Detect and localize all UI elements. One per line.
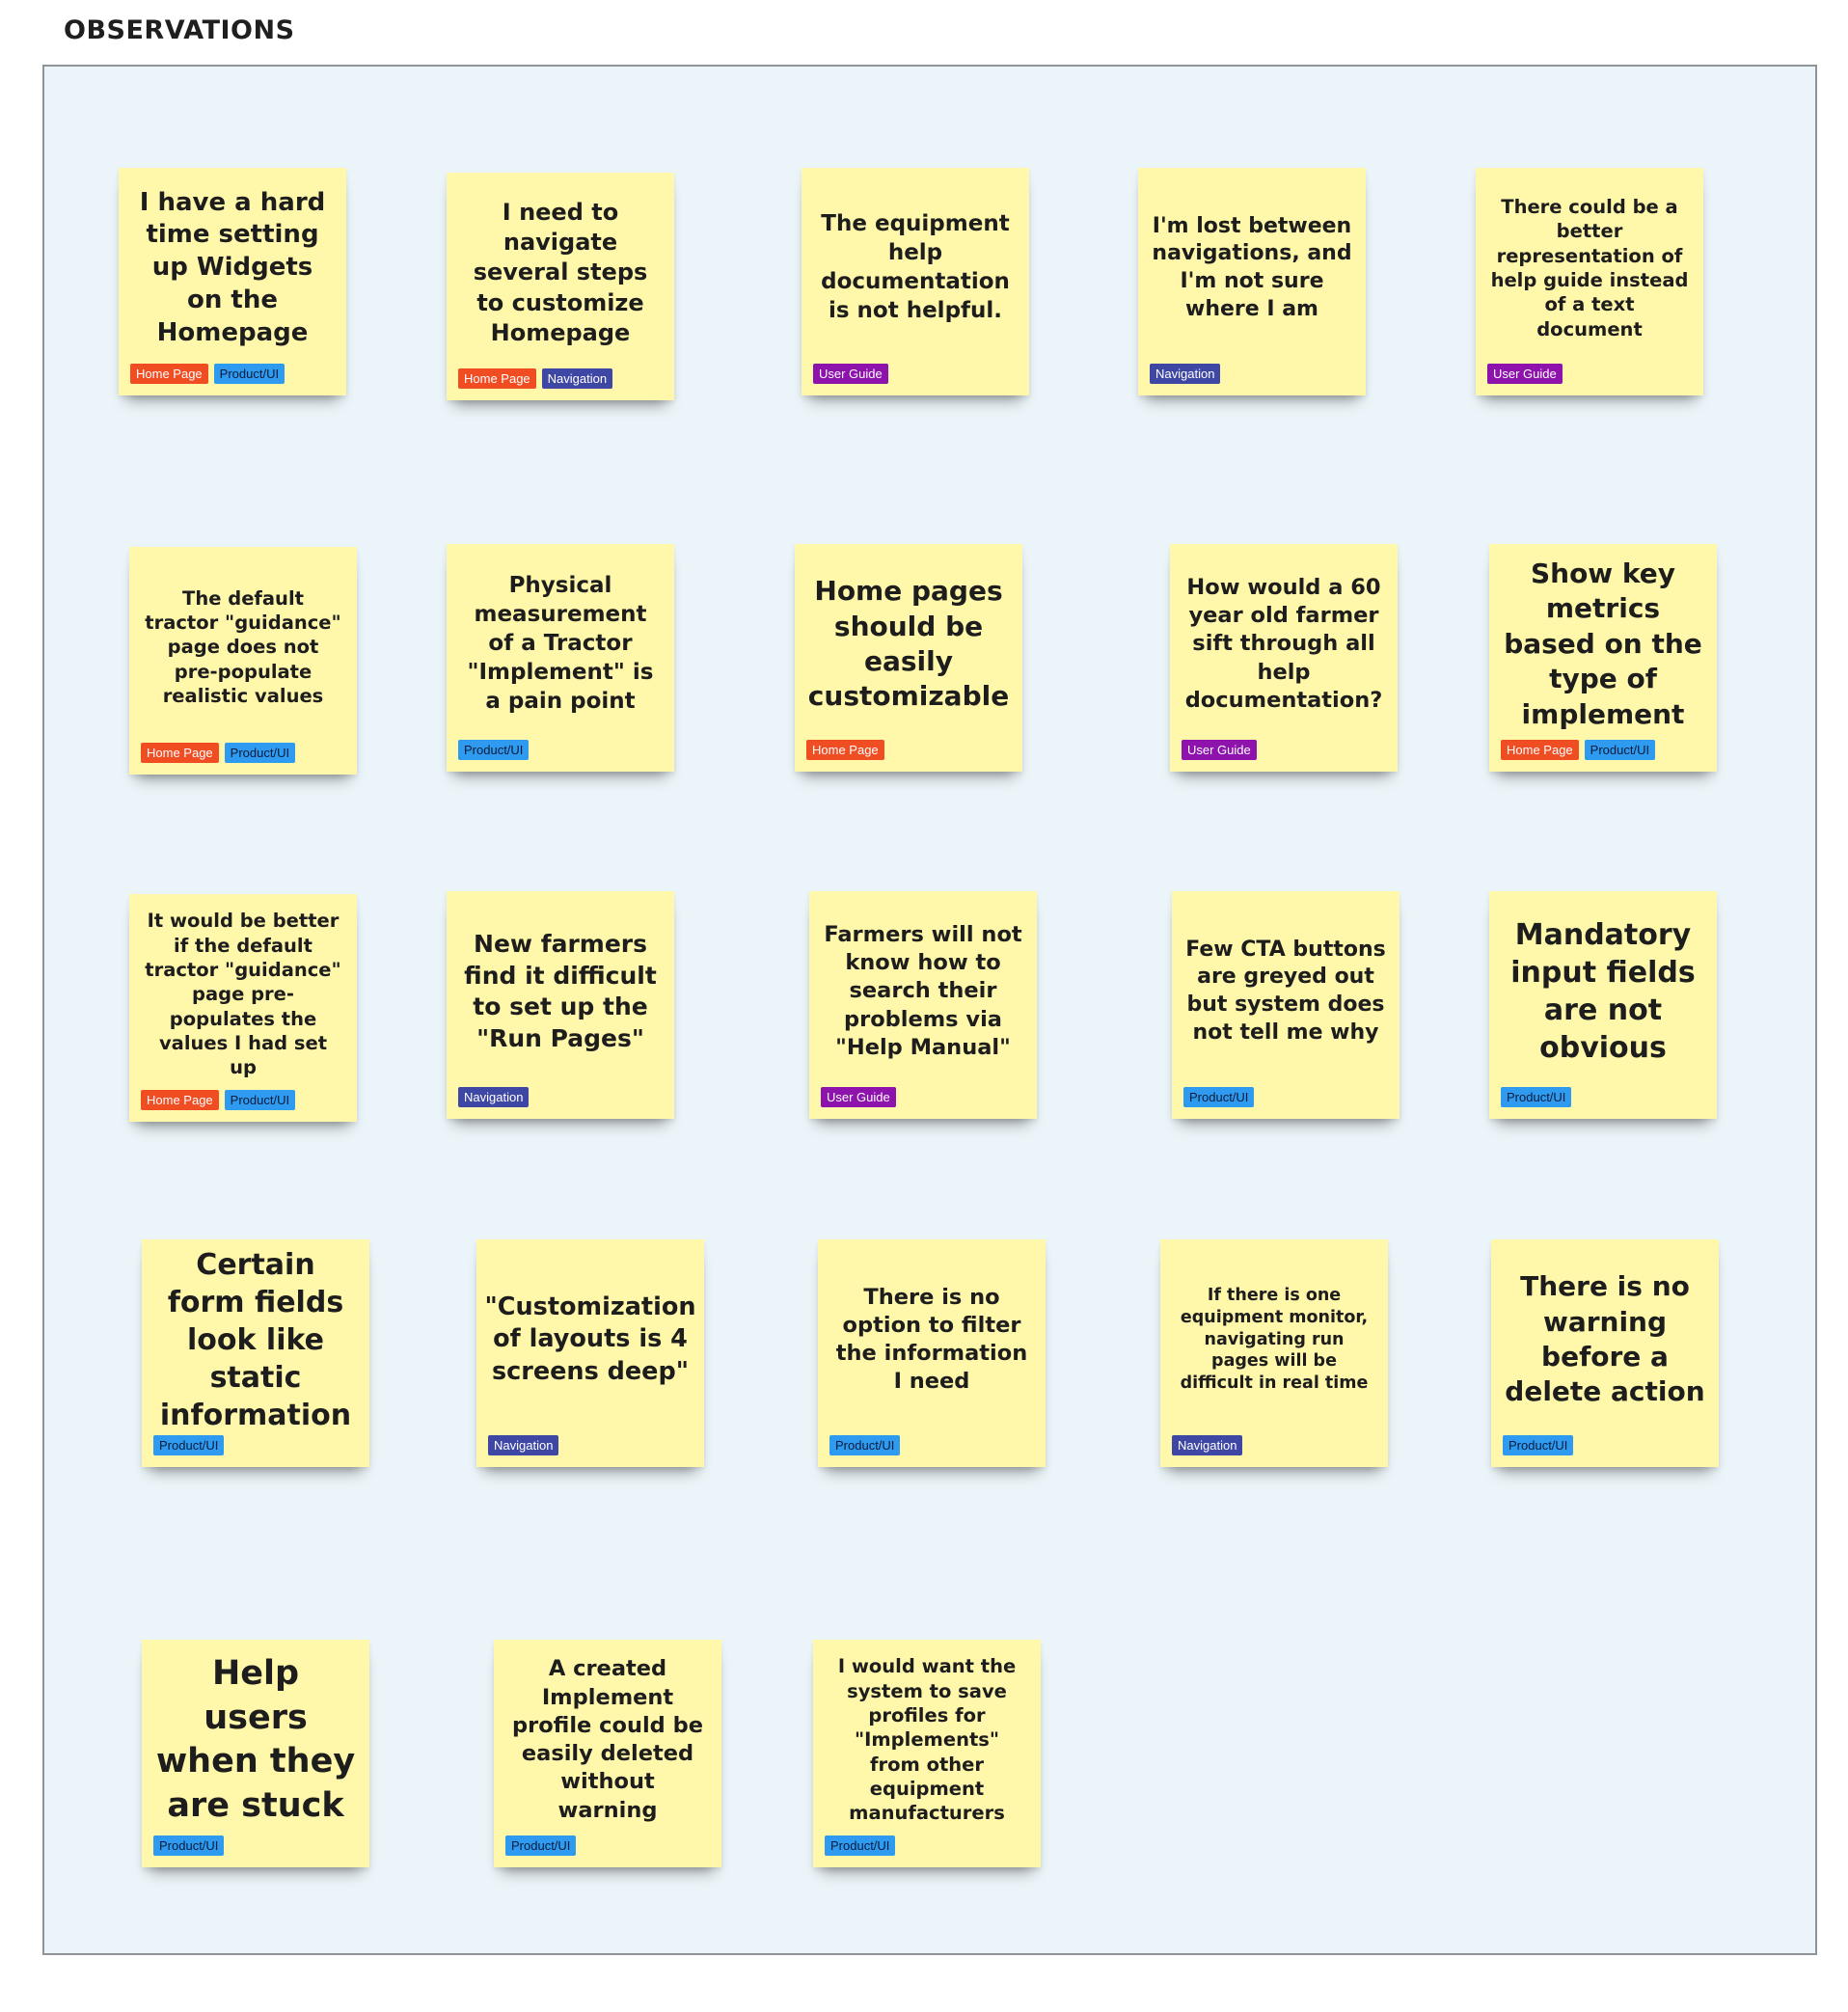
sticky-note[interactable]: New farmers find it difficult to set up … [447, 891, 674, 1119]
note-text: There is no option to filter the informa… [835, 1284, 1028, 1395]
sticky-note[interactable]: I have a hard time setting up Widgets on… [119, 168, 346, 395]
note-tags: Home Page Product/UI [130, 364, 285, 384]
sticky-note[interactable]: There could be a better representation o… [1476, 168, 1703, 395]
note-text: Show key metrics based on the type of im… [1504, 557, 1702, 730]
note-text: A created Implement profile could be eas… [512, 1656, 703, 1823]
note-tags: Navigation [1150, 364, 1221, 384]
tag-navigation[interactable]: Navigation [488, 1435, 559, 1455]
tag-home-page[interactable]: Home Page [458, 368, 536, 389]
note-tags: Product/UI [1183, 1087, 1255, 1107]
note-text: "Customization of layouts is 4 screens d… [484, 1292, 696, 1386]
note-tags: Home Page Product/UI [141, 743, 296, 763]
sticky-note[interactable]: I need to navigate several steps to cust… [447, 173, 674, 400]
note-tags: User Guide [813, 364, 888, 384]
note-tags: Product/UI [153, 1435, 225, 1455]
tag-product-ui[interactable]: Product/UI [829, 1435, 901, 1455]
sticky-note[interactable]: I would want the system to save profiles… [813, 1640, 1041, 1867]
note-text: New farmers find it difficult to set up … [464, 930, 657, 1052]
tag-home-page[interactable]: Home Page [141, 743, 219, 763]
sticky-note[interactable]: How would a 60 year old farmer sift thro… [1170, 544, 1398, 772]
note-text: I would want the system to save profiles… [837, 1655, 1017, 1825]
tag-user-guide[interactable]: User Guide [821, 1087, 896, 1107]
note-text: The equipment help documentation is not … [821, 211, 1010, 323]
sticky-note[interactable]: There is no option to filter the informa… [818, 1239, 1046, 1467]
sticky-note[interactable]: "Customization of layouts is 4 screens d… [476, 1239, 704, 1467]
observations-board[interactable]: I have a hard time setting up Widgets on… [42, 65, 1817, 1955]
tag-home-page[interactable]: Home Page [141, 1090, 219, 1110]
sticky-note[interactable]: I'm lost between navigations, and I'm no… [1138, 168, 1366, 395]
tag-product-ui[interactable]: Product/UI [153, 1835, 225, 1856]
note-tags: User Guide [1182, 740, 1257, 760]
note-tags: Navigation [1172, 1435, 1243, 1455]
note-text: Farmers will not know how to search thei… [824, 921, 1022, 1060]
note-text: It would be better if the default tracto… [145, 910, 341, 1079]
note-tags: Home Page Product/UI [1501, 740, 1656, 760]
tag-product-ui[interactable]: Product/UI [1183, 1087, 1255, 1107]
tag-home-page[interactable]: Home Page [1501, 740, 1579, 760]
note-text: Home pages should be easily customizable [807, 575, 1010, 713]
sticky-note[interactable]: If there is one equipment monitor, navig… [1160, 1239, 1388, 1467]
note-tags: Product/UI [505, 1835, 577, 1856]
tag-product-ui[interactable]: Product/UI [505, 1835, 577, 1856]
note-text: Certain form fields look like static inf… [159, 1247, 352, 1432]
note-tags: User Guide [1487, 364, 1563, 384]
sticky-note[interactable]: Home pages should be easily customizable… [795, 544, 1022, 772]
note-tags: Product/UI [153, 1835, 225, 1856]
note-tags: Product/UI [1501, 1087, 1572, 1107]
note-text: Mandatory input fields are not obvious [1510, 918, 1696, 1065]
sticky-note[interactable]: It would be better if the default tracto… [129, 894, 357, 1122]
sticky-note[interactable]: The equipment help documentation is not … [802, 168, 1029, 395]
tag-navigation[interactable]: Navigation [1150, 364, 1221, 384]
note-tags: Home Page Navigation [458, 368, 613, 389]
note-tags: User Guide [821, 1087, 896, 1107]
tag-navigation[interactable]: Navigation [1172, 1435, 1243, 1455]
note-text: Physical measurement of a Tractor "Imple… [467, 573, 654, 714]
sticky-note[interactable]: Certain form fields look like static inf… [142, 1239, 369, 1467]
note-text: The default tractor "guidance" page does… [145, 586, 341, 708]
tag-home-page[interactable]: Home Page [130, 364, 208, 384]
sticky-note[interactable]: Show key metrics based on the type of im… [1489, 544, 1717, 772]
note-text: If there is one equipment monitor, navig… [1180, 1286, 1369, 1394]
sticky-note[interactable]: The default tractor "guidance" page does… [129, 547, 357, 775]
note-text: I'm lost between navigations, and I'm no… [1152, 213, 1352, 321]
tag-product-ui[interactable]: Product/UI [825, 1835, 896, 1856]
note-text: There could be a better representation o… [1490, 195, 1689, 340]
sticky-note[interactable]: Few CTA buttons are greyed out but syste… [1172, 891, 1400, 1119]
note-text: Help users when they are stuck [155, 1654, 356, 1825]
tag-product-ui[interactable]: Product/UI [224, 743, 296, 763]
note-text: Few CTA buttons are greyed out but syste… [1185, 937, 1386, 1045]
note-tags: Navigation [458, 1087, 530, 1107]
tag-product-ui[interactable]: Product/UI [1503, 1435, 1574, 1455]
sticky-note[interactable]: A created Implement profile could be eas… [494, 1640, 721, 1867]
tag-product-ui[interactable]: Product/UI [153, 1435, 225, 1455]
note-text: I have a hard time setting up Widgets on… [139, 187, 326, 347]
note-text: There is no warning before a delete acti… [1505, 1270, 1705, 1408]
note-text: How would a 60 year old farmer sift thro… [1184, 574, 1383, 713]
tag-product-ui[interactable]: Product/UI [1584, 740, 1656, 760]
sticky-note[interactable]: There is no warning before a delete acti… [1491, 1239, 1719, 1467]
note-tags: Product/UI [829, 1435, 901, 1455]
note-tags: Home Page Product/UI [141, 1090, 296, 1110]
tag-user-guide[interactable]: User Guide [813, 364, 888, 384]
tag-home-page[interactable]: Home Page [806, 740, 884, 760]
note-tags: Product/UI [825, 1835, 896, 1856]
tag-user-guide[interactable]: User Guide [1487, 364, 1563, 384]
sticky-note[interactable]: Help users when they are stuck Product/UI [142, 1640, 369, 1867]
sticky-note[interactable]: Farmers will not know how to search thei… [809, 891, 1037, 1119]
note-tags: Navigation [488, 1435, 559, 1455]
tag-product-ui[interactable]: Product/UI [224, 1090, 296, 1110]
page-title: OBSERVATIONS [64, 15, 295, 45]
tag-product-ui[interactable]: Product/UI [1501, 1087, 1572, 1107]
note-tags: Home Page [806, 740, 884, 760]
sticky-note[interactable]: Physical measurement of a Tractor "Imple… [447, 544, 674, 772]
tag-product-ui[interactable]: Product/UI [213, 364, 285, 384]
note-tags: Product/UI [1503, 1435, 1574, 1455]
sticky-note[interactable]: Mandatory input fields are not obvious Pr… [1489, 891, 1717, 1119]
note-text: I need to navigate several steps to cust… [473, 199, 648, 346]
note-tags: Product/UI [458, 740, 530, 760]
tag-navigation[interactable]: Navigation [458, 1087, 530, 1107]
tag-product-ui[interactable]: Product/UI [458, 740, 530, 760]
tag-navigation[interactable]: Navigation [541, 368, 613, 389]
tag-user-guide[interactable]: User Guide [1182, 740, 1257, 760]
